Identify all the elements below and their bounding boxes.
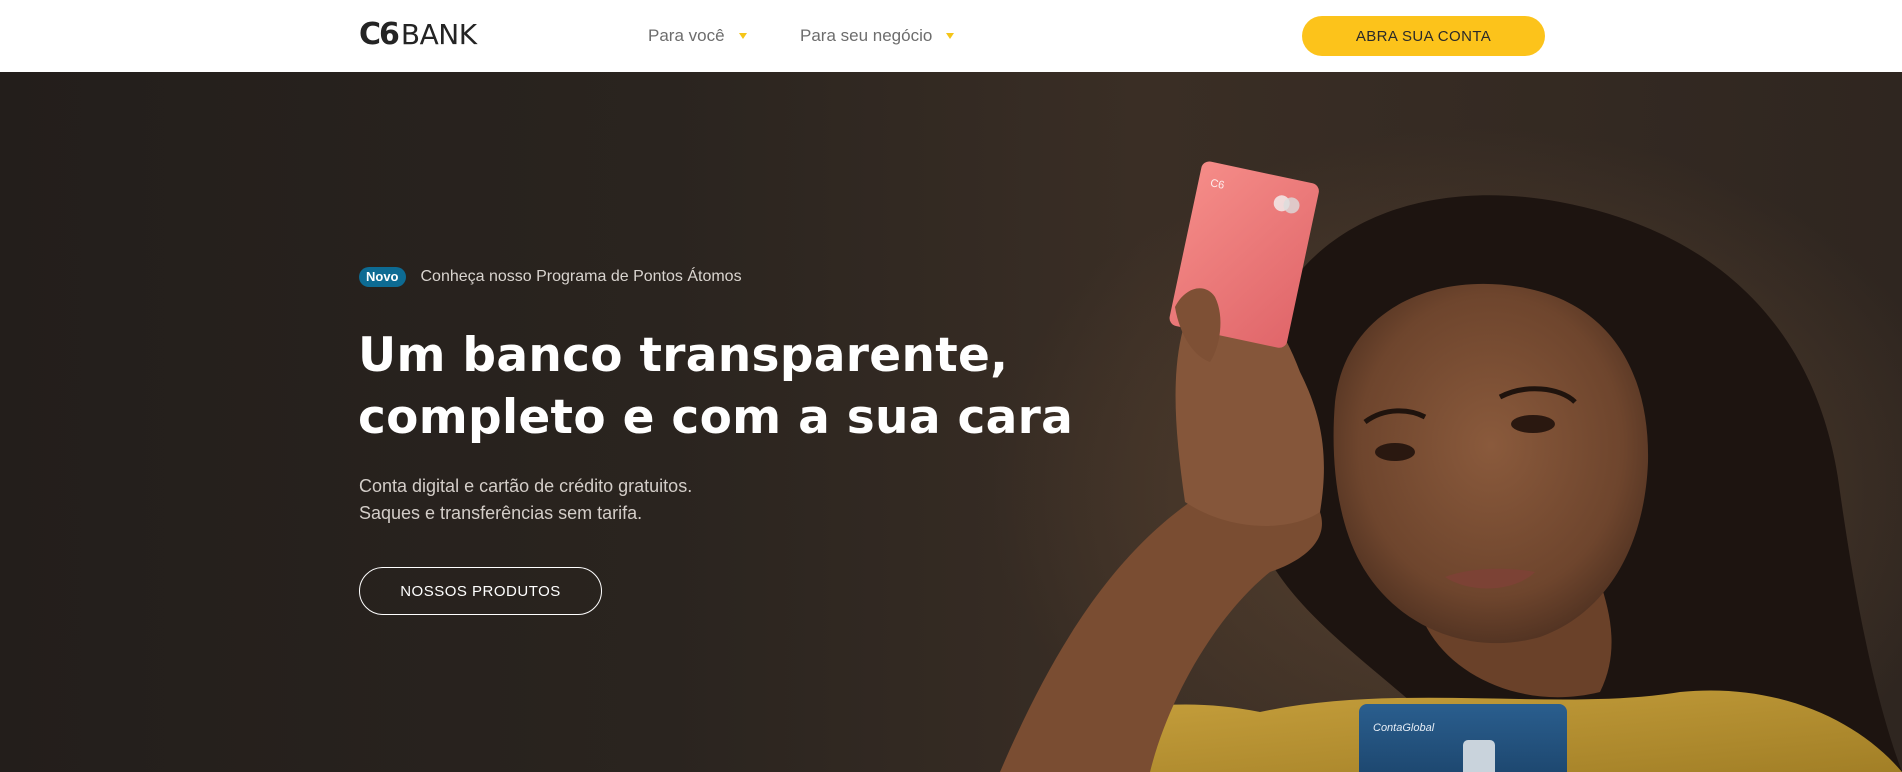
headline-line-2: completo e com a sua cara	[358, 390, 1074, 445]
hero-headline: Um banco transparente, completo e com a …	[358, 325, 1078, 449]
nav-para-voce[interactable]: Para você	[648, 24, 747, 48]
caret-down-icon	[738, 33, 747, 39]
c6bank-logo[interactable]: C6 BANK	[359, 20, 477, 50]
subtitle-line-1: Conta digital e cartão de crédito gratui…	[359, 476, 693, 496]
subtitle-line-2: Saques e transferências sem tarifa.	[359, 503, 643, 523]
hero-subtitle: Conta digital e cartão de crédito gratui…	[359, 473, 692, 527]
logo-mark: C6	[359, 17, 400, 52]
our-products-button[interactable]: NOSSOS PRODUTOS	[359, 567, 602, 615]
blue-card-label: ContaGlobal	[1373, 722, 1435, 734]
hero-section: C6 ContaGlobal Novo Conheça nosso Progra…	[0, 72, 1902, 772]
blue-credit-card: ContaGlobal	[1359, 704, 1567, 772]
open-account-button[interactable]: ABRA SUA CONTA	[1302, 16, 1545, 56]
face-shape	[1333, 283, 1649, 644]
site-header: C6 BANK Para você Para seu negócio ABRA …	[0, 0, 1902, 72]
points-program-link[interactable]: Conheça nosso Programa de Pontos Átomos	[421, 268, 742, 286]
nav-para-seu-negocio-label: Para seu negócio	[800, 26, 933, 45]
nav-para-seu-negocio[interactable]: Para seu negócio	[800, 24, 955, 48]
promo-row: Novo Conheça nosso Programa de Pontos Át…	[359, 267, 742, 287]
headline-line-1: Um banco transparente,	[358, 328, 1009, 383]
logo-word: BANK	[400, 18, 477, 51]
nav-para-voce-label: Para você	[648, 26, 725, 45]
caret-down-icon	[946, 33, 955, 39]
new-badge: Novo	[359, 267, 406, 287]
